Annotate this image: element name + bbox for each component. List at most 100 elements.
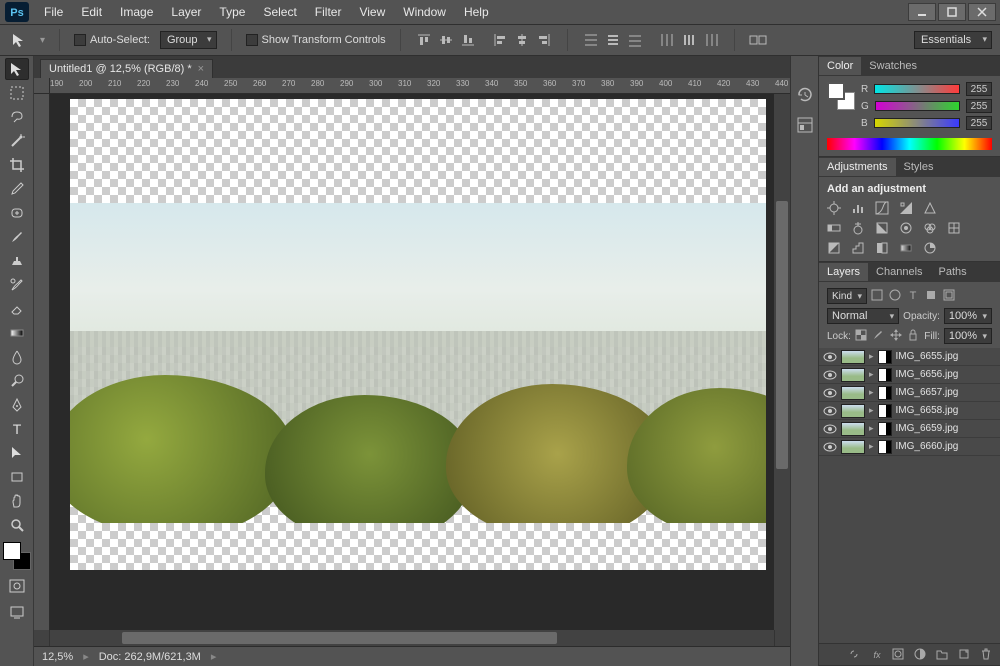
- align-left-icon[interactable]: [491, 31, 509, 49]
- layer-row[interactable]: ▸IMG_6657.jpg: [819, 384, 1000, 402]
- color-balance-icon[interactable]: [851, 221, 865, 235]
- menu-view[interactable]: View: [351, 2, 393, 22]
- layer-name[interactable]: IMG_6659.jpg: [896, 423, 959, 434]
- new-layer-icon[interactable]: [958, 648, 972, 662]
- gradient-map-icon[interactable]: [899, 241, 913, 255]
- crop-tool[interactable]: [5, 154, 29, 176]
- layer-name[interactable]: IMG_6657.jpg: [896, 387, 959, 398]
- hue-sat-icon[interactable]: [827, 221, 841, 235]
- menu-file[interactable]: File: [36, 2, 71, 22]
- eyedropper-tool[interactable]: [5, 178, 29, 200]
- b-slider[interactable]: [874, 118, 960, 128]
- black-white-icon[interactable]: [875, 221, 889, 235]
- tab-color[interactable]: Color: [819, 57, 861, 75]
- marquee-tool[interactable]: [5, 82, 29, 104]
- screen-mode-toggle[interactable]: [5, 602, 29, 622]
- menu-help[interactable]: Help: [456, 2, 497, 22]
- lasso-tool[interactable]: [5, 106, 29, 128]
- layer-row[interactable]: ▸IMG_6659.jpg: [819, 420, 1000, 438]
- threshold-icon[interactable]: [875, 241, 889, 255]
- curves-icon[interactable]: [875, 201, 889, 215]
- auto-select-mode-select[interactable]: Group: [160, 31, 217, 49]
- layer-name[interactable]: IMG_6655.jpg: [896, 351, 959, 362]
- path-selection-tool[interactable]: [5, 442, 29, 464]
- tab-paths[interactable]: Paths: [931, 263, 975, 281]
- lock-position-icon[interactable]: [890, 329, 903, 343]
- eraser-tool[interactable]: [5, 298, 29, 320]
- window-minimize-button[interactable]: [908, 3, 936, 21]
- r-value[interactable]: 255: [966, 82, 992, 96]
- healing-brush-tool[interactable]: [5, 202, 29, 224]
- zoom-tool[interactable]: [5, 514, 29, 536]
- vibrance-icon[interactable]: [923, 201, 937, 215]
- align-right-icon[interactable]: [535, 31, 553, 49]
- zoom-level[interactable]: 12,5%: [42, 651, 73, 663]
- posterize-icon[interactable]: [851, 241, 865, 255]
- horizontal-scrollbar[interactable]: [34, 630, 790, 646]
- layer-row[interactable]: ▸IMG_6658.jpg: [819, 402, 1000, 420]
- document-tab[interactable]: Untitled1 @ 12,5% (RGB/8) * ×: [40, 59, 213, 78]
- quick-mask-toggle[interactable]: [5, 576, 29, 596]
- brush-tool[interactable]: [5, 226, 29, 248]
- delete-layer-icon[interactable]: [980, 648, 994, 662]
- visibility-toggle-icon[interactable]: [823, 350, 837, 364]
- auto-align-icon[interactable]: [749, 31, 767, 49]
- tab-swatches[interactable]: Swatches: [861, 57, 925, 75]
- distribute-bottom-icon[interactable]: [626, 31, 644, 49]
- filter-adjust-icon[interactable]: [889, 289, 903, 303]
- show-transform-checkbox[interactable]: Show Transform Controls: [246, 34, 386, 46]
- window-close-button[interactable]: [968, 3, 996, 21]
- auto-select-checkbox[interactable]: Auto-Select:: [74, 34, 150, 46]
- distribute-left-icon[interactable]: [658, 31, 676, 49]
- filter-shape-icon[interactable]: [925, 289, 939, 303]
- layer-mask-thumbnail[interactable]: [878, 404, 892, 418]
- layer-mask-thumbnail[interactable]: [878, 440, 892, 454]
- move-tool[interactable]: [5, 58, 29, 80]
- magic-wand-tool[interactable]: [5, 130, 29, 152]
- color-lookup-icon[interactable]: [947, 221, 961, 235]
- r-slider[interactable]: [874, 84, 960, 94]
- distribute-right-icon[interactable]: [702, 31, 720, 49]
- workspace-switcher[interactable]: Essentials: [914, 31, 992, 49]
- ruler-horizontal[interactable]: 1902002102202302402502602702802903003103…: [34, 78, 790, 94]
- ruler-vertical[interactable]: [34, 94, 50, 630]
- lock-transparency-icon[interactable]: [855, 329, 868, 343]
- visibility-toggle-icon[interactable]: [823, 368, 837, 382]
- layer-name[interactable]: IMG_6660.jpg: [896, 441, 959, 452]
- tab-layers[interactable]: Layers: [819, 263, 868, 281]
- tab-channels[interactable]: Channels: [868, 263, 930, 281]
- menu-filter[interactable]: Filter: [307, 2, 350, 22]
- lock-pixels-icon[interactable]: [872, 329, 885, 343]
- align-hcenter-icon[interactable]: [513, 31, 531, 49]
- filter-pixel-icon[interactable]: [871, 289, 885, 303]
- layer-mask-thumbnail[interactable]: [878, 350, 892, 364]
- pen-tool[interactable]: [5, 394, 29, 416]
- visibility-toggle-icon[interactable]: [823, 422, 837, 436]
- foreground-color-swatch[interactable]: [3, 542, 21, 560]
- dodge-tool[interactable]: [5, 370, 29, 392]
- filter-type-icon[interactable]: T: [907, 289, 921, 303]
- visibility-toggle-icon[interactable]: [823, 404, 837, 418]
- menu-layer[interactable]: Layer: [163, 2, 209, 22]
- menu-window[interactable]: Window: [395, 2, 454, 22]
- invert-icon[interactable]: [827, 241, 841, 255]
- add-mask-icon[interactable]: [892, 648, 906, 662]
- distribute-top-icon[interactable]: [582, 31, 600, 49]
- color-ramp[interactable]: [827, 138, 992, 150]
- distribute-vcenter-icon[interactable]: [604, 31, 622, 49]
- filter-smart-icon[interactable]: [943, 289, 957, 303]
- menu-edit[interactable]: Edit: [73, 2, 110, 22]
- link-layers-icon[interactable]: [848, 648, 862, 662]
- layer-mask-thumbnail[interactable]: [878, 386, 892, 400]
- channel-mixer-icon[interactable]: [923, 221, 937, 235]
- g-slider[interactable]: [875, 101, 960, 111]
- layer-row[interactable]: ▸IMG_6660.jpg: [819, 438, 1000, 456]
- tab-adjustments[interactable]: Adjustments: [819, 158, 896, 176]
- close-tab-icon[interactable]: ×: [198, 63, 204, 75]
- fill-input[interactable]: 100%: [944, 328, 992, 344]
- new-group-icon[interactable]: [936, 648, 950, 662]
- layer-filter-kind[interactable]: Kind: [827, 288, 867, 304]
- exposure-icon[interactable]: [899, 201, 913, 215]
- foreground-background-swatches[interactable]: [3, 542, 31, 570]
- rectangle-tool[interactable]: [5, 466, 29, 488]
